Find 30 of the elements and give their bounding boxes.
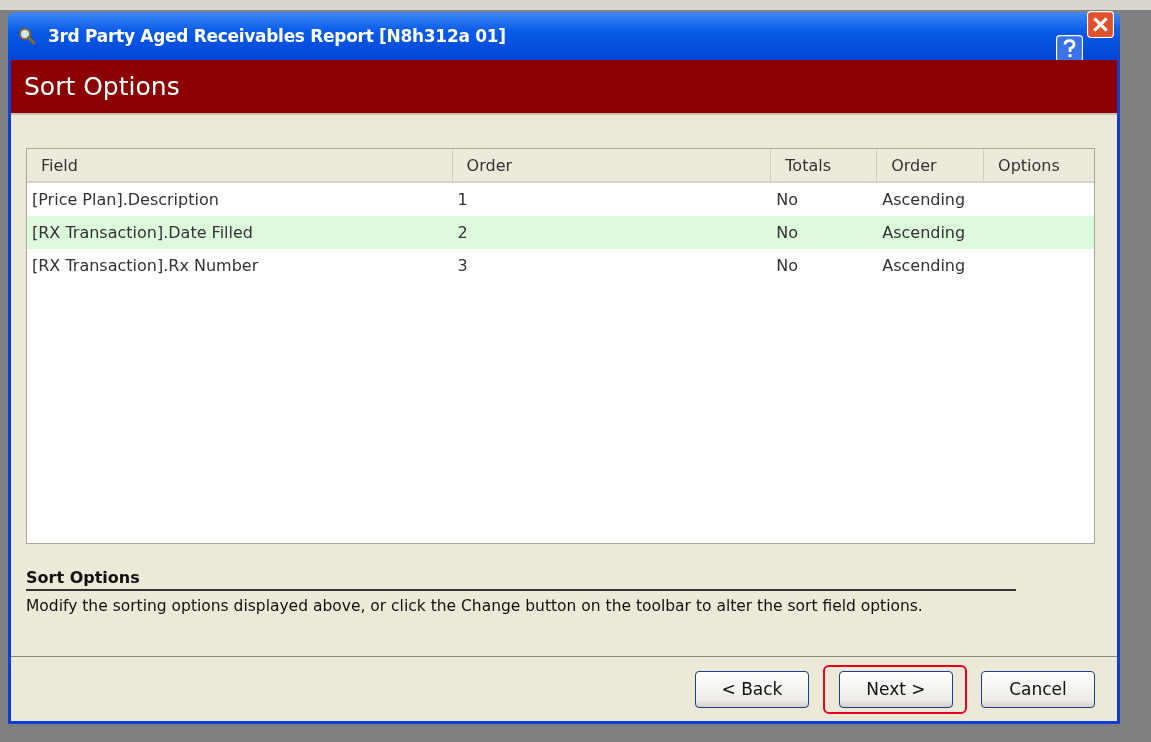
magnifier-icon: [18, 27, 36, 45]
table-cell-text: [RX Transaction].Date Filled: [31, 223, 254, 242]
table-cell-text: Ascending: [881, 256, 967, 275]
column-header[interactable]: Field: [27, 149, 453, 181]
table-cell-text: No: [775, 190, 800, 209]
close-icon[interactable]: [1087, 10, 1114, 38]
page-heading: Sort Options: [24, 72, 180, 101]
table-cell-text: Ascending: [881, 190, 967, 209]
column-header[interactable]: Totals: [771, 149, 878, 181]
column-header[interactable]: Order: [452, 149, 772, 181]
table-cell-text: No: [775, 256, 800, 275]
help-text: Modify the sorting options displayed above, or click the Change button on the toolbar to alter the sort field options.: [26, 597, 924, 615]
help-icon[interactable]: [1056, 34, 1083, 62]
table-cell-text: Ascending: [881, 223, 967, 242]
table-row[interactable]: [Price Plan].Description 1 No Ascending: [27, 183, 1094, 216]
window-title: 3rd Party Aged Receivables Report [N8h312a 01]: [48, 26, 507, 46]
column-header[interactable]: Order: [877, 149, 985, 181]
table-row[interactable]: [RX Transaction].Rx Number 3 No Ascending: [27, 249, 1094, 282]
help-heading: Sort Options: [26, 568, 1016, 591]
table-cell-text: 3: [456, 256, 469, 275]
wizard-button[interactable]: < Back: [695, 670, 809, 708]
table-cell-text: No: [775, 223, 800, 242]
table-cell-text: [RX Transaction].Rx Number: [31, 256, 260, 275]
table-cell-text: [Price Plan].Description: [31, 190, 220, 209]
wizard-button[interactable]: Cancel: [981, 670, 1095, 708]
table-cell-text: 1: [456, 190, 469, 209]
table-cell-text: 2: [456, 223, 469, 242]
table-row[interactable]: [RX Transaction].Date Filled 2 No Ascending: [27, 216, 1094, 249]
wizard-button[interactable]: Next >: [839, 670, 953, 708]
column-header[interactable]: Options: [984, 149, 1094, 181]
